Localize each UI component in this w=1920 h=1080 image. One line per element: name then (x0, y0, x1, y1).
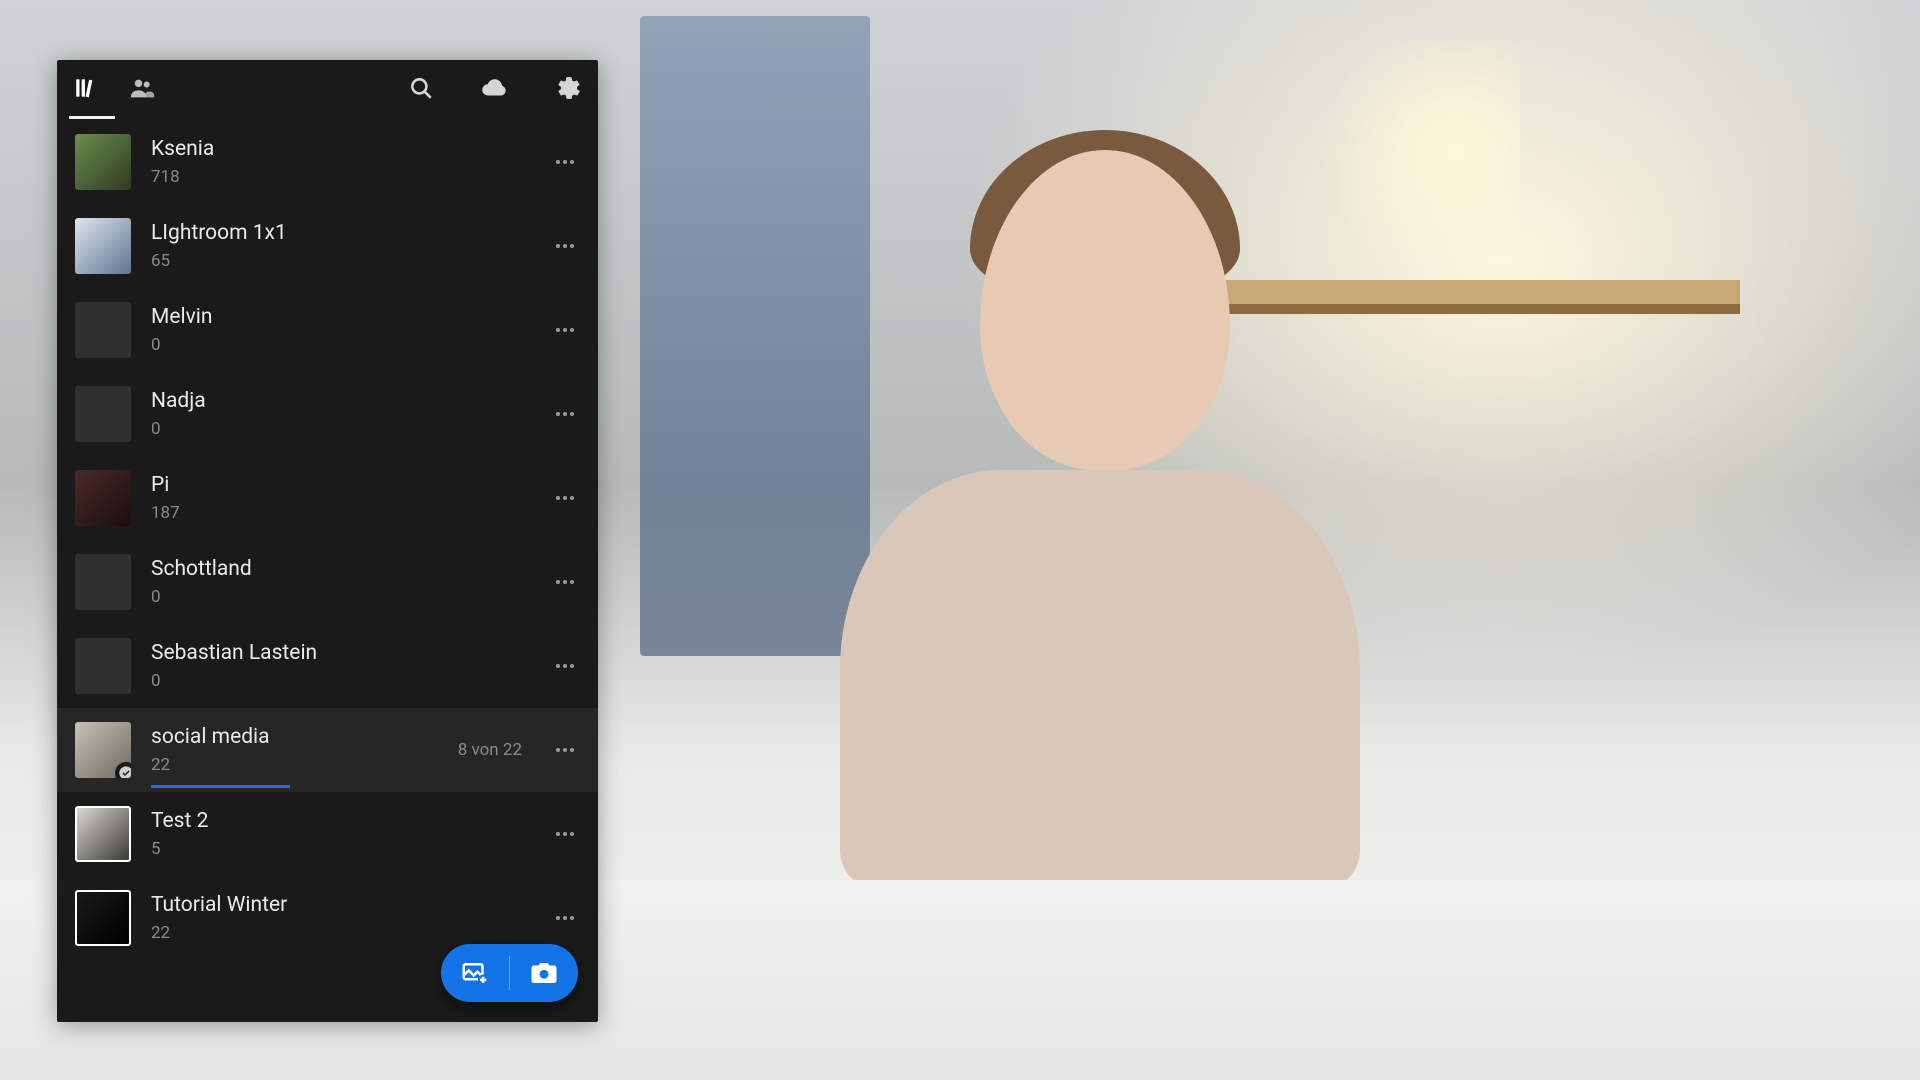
album-more-button[interactable] (548, 397, 582, 431)
active-tab-underline (69, 116, 115, 119)
album-title: Schottland (151, 557, 528, 582)
more-icon (553, 822, 577, 846)
more-icon (553, 150, 577, 174)
album-row[interactable]: Nadja 0 (57, 372, 598, 456)
album-count: 22 (151, 755, 438, 775)
camera-button[interactable] (526, 955, 562, 991)
album-row[interactable]: Ksenia 718 (57, 120, 598, 204)
bg-person (760, 110, 1400, 910)
album-row[interactable]: Schottland 0 (57, 540, 598, 624)
more-icon (553, 906, 577, 930)
album-list[interactable]: Ksenia 718 LIghtroom 1x1 65 Melvin 0 Nadja 0 Pi 1… (57, 116, 598, 1022)
album-sync-progress (151, 785, 290, 788)
settings-button[interactable] (552, 71, 586, 105)
library-icon (73, 75, 99, 101)
album-meta: Pi 187 (151, 473, 528, 522)
app-panel: Ksenia 718 LIghtroom 1x1 65 Melvin 0 Nadja 0 Pi 1… (57, 60, 598, 1022)
album-thumbnail (75, 638, 131, 694)
album-more-button[interactable] (548, 313, 582, 347)
album-more-button[interactable] (548, 817, 582, 851)
album-sync-status: 8 von 22 (458, 740, 522, 760)
album-more-button[interactable] (548, 565, 582, 599)
more-icon (553, 654, 577, 678)
album-thumbnail (75, 554, 131, 610)
album-meta: Nadja 0 (151, 389, 528, 438)
album-more-button[interactable] (548, 229, 582, 263)
album-row[interactable]: LIghtroom 1x1 65 (57, 204, 598, 288)
camera-icon (529, 958, 559, 988)
album-thumbnail (75, 806, 131, 862)
album-row[interactable]: Pi 187 (57, 456, 598, 540)
album-title: Test 2 (151, 809, 528, 834)
add-fab (441, 944, 578, 1002)
album-thumbnail (75, 890, 131, 946)
search-button[interactable] (404, 71, 438, 105)
album-count: 0 (151, 671, 528, 691)
gear-icon (556, 75, 582, 101)
album-count: 65 (151, 251, 528, 271)
album-title: LIghtroom 1x1 (151, 221, 528, 246)
album-meta: Schottland 0 (151, 557, 528, 606)
album-title: Sebastian Lastein (151, 641, 528, 666)
top-bar (57, 60, 598, 116)
album-more-button[interactable] (548, 481, 582, 515)
more-icon (553, 234, 577, 258)
album-title: Pi (151, 473, 528, 498)
album-row[interactable]: social media 22 8 von 22 (57, 708, 598, 792)
album-meta: Ksenia 718 (151, 137, 528, 186)
album-more-button[interactable] (548, 733, 582, 767)
album-meta: Sebastian Lastein 0 (151, 641, 528, 690)
tab-people[interactable] (125, 71, 159, 105)
more-icon (553, 486, 577, 510)
cloud-sync-button[interactable] (478, 71, 512, 105)
album-more-button[interactable] (548, 649, 582, 683)
album-title: Nadja (151, 389, 528, 414)
album-count: 0 (151, 419, 528, 439)
album-count: 0 (151, 335, 528, 355)
add-photo-icon (460, 958, 490, 988)
album-count: 0 (151, 587, 528, 607)
album-thumbnail (75, 722, 131, 778)
album-count: 187 (151, 503, 528, 523)
album-meta: Tutorial Winter 22 (151, 893, 528, 942)
add-photos-button[interactable] (457, 955, 493, 991)
album-thumbnail (75, 302, 131, 358)
more-icon (553, 570, 577, 594)
fab-divider (509, 956, 510, 990)
people-icon (128, 74, 156, 102)
album-thumbnail (75, 218, 131, 274)
album-title: Ksenia (151, 137, 528, 162)
album-thumbnail (75, 470, 131, 526)
album-more-button[interactable] (548, 901, 582, 935)
album-count: 718 (151, 167, 528, 187)
album-count: 22 (151, 923, 528, 943)
cloud-icon (480, 73, 510, 103)
album-thumbnail (75, 386, 131, 442)
album-row[interactable]: Test 2 5 (57, 792, 598, 876)
more-icon (553, 738, 577, 762)
album-thumbnail (75, 134, 131, 190)
album-more-button[interactable] (548, 145, 582, 179)
album-meta: LIghtroom 1x1 65 (151, 221, 528, 270)
album-title: Tutorial Winter (151, 893, 528, 918)
album-row[interactable]: Melvin 0 (57, 288, 598, 372)
search-icon (408, 75, 434, 101)
more-icon (553, 318, 577, 342)
tab-library[interactable] (69, 71, 103, 105)
album-title: Melvin (151, 305, 528, 330)
album-meta: social media 22 (151, 725, 438, 774)
check-circle-icon (115, 762, 131, 778)
album-title: social media (151, 725, 438, 750)
more-icon (553, 402, 577, 426)
album-meta: Melvin 0 (151, 305, 528, 354)
album-row[interactable]: Sebastian Lastein 0 (57, 624, 598, 708)
album-count: 5 (151, 839, 528, 859)
album-meta: Test 2 5 (151, 809, 528, 858)
